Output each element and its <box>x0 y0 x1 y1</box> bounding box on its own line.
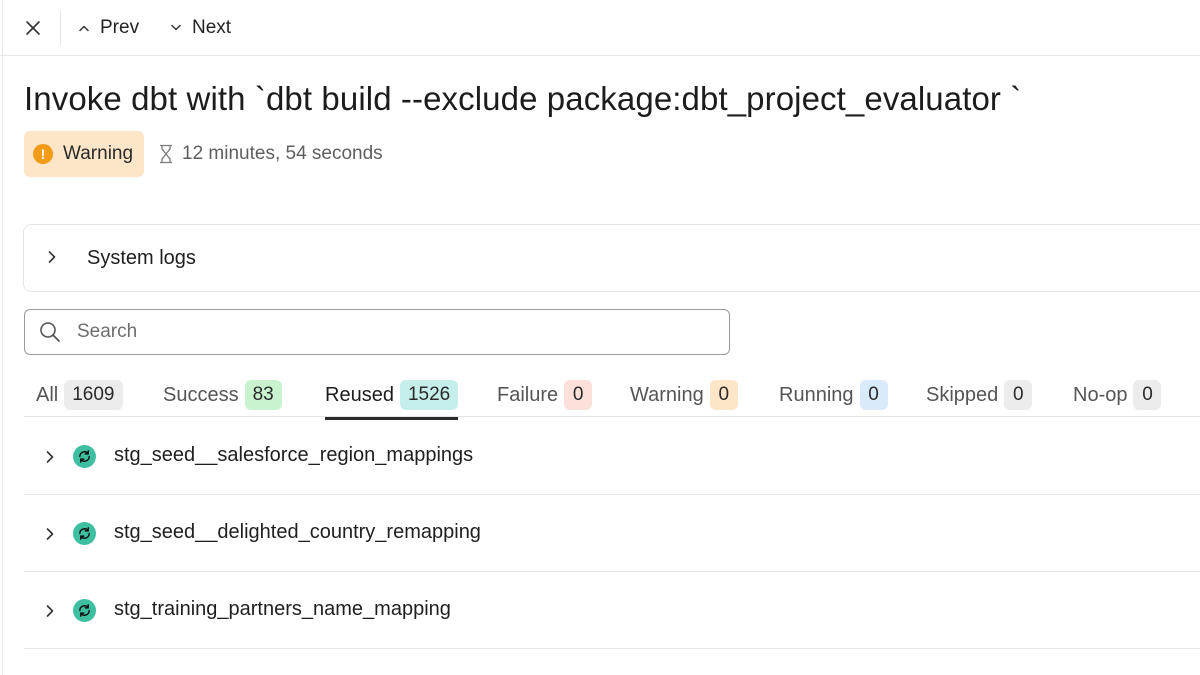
warning-icon: ! <box>33 144 53 164</box>
node-name: stg_seed__delighted_country_remapping <box>114 521 481 543</box>
tab-count-badge: 0 <box>859 380 888 410</box>
tab-count-badge: 0 <box>709 380 738 410</box>
tab-label: Running <box>779 384 854 406</box>
tab-skipped[interactable]: Skipped 0 <box>926 378 1033 418</box>
tab-count-badge: 0 <box>564 380 593 410</box>
chevron-right-icon[interactable] <box>44 449 56 465</box>
tab-reused[interactable]: Reused 1526 <box>325 378 459 420</box>
system-logs-section[interactable]: System logs <box>23 224 1200 292</box>
divider <box>60 10 61 46</box>
chevron-right-icon[interactable] <box>44 603 56 619</box>
tab-label: Warning <box>630 384 704 406</box>
search-input[interactable] <box>77 318 717 346</box>
list-item[interactable]: stg_seed__salesforce_region_mappings <box>24 418 1200 495</box>
search-icon <box>40 322 60 342</box>
tab-running[interactable]: Running 0 <box>779 378 888 418</box>
next-label: Next <box>192 17 232 38</box>
node-name: stg_seed__salesforce_region_mappings <box>114 444 474 466</box>
tab-count-badge: 0 <box>1004 380 1033 410</box>
node-list: stg_seed__salesforce_region_mappings stg… <box>24 418 1200 675</box>
tabs-divider <box>24 416 1200 417</box>
status-filter-tabs: All 1609 Success 83 Reused 1526 Failure 0 Warnin… <box>0 378 1200 420</box>
chevron-right-icon <box>48 251 56 263</box>
close-button[interactable] <box>20 15 46 41</box>
chevron-up-icon <box>79 25 89 32</box>
tab-label: Success <box>163 384 239 406</box>
left-border <box>2 0 3 675</box>
tab-count-badge: 0 <box>1133 380 1162 410</box>
tab-all[interactable]: All 1609 <box>36 378 123 418</box>
hourglass-icon <box>160 144 172 164</box>
tab-label: Reused <box>325 384 394 406</box>
tab-count-badge: 1609 <box>64 380 123 410</box>
tab-label: No-op <box>1073 384 1128 406</box>
tab-success[interactable]: Success 83 <box>163 378 282 418</box>
next-button[interactable]: Next <box>170 14 231 42</box>
node-name: stg_training_partners_name_mapping <box>114 598 451 620</box>
tab-label: Failure <box>497 384 559 406</box>
list-item[interactable]: stg_seed__delighted_country_remapping <box>24 495 1200 572</box>
reused-icon <box>73 522 96 545</box>
duration-label: 12 minutes, 54 seconds <box>182 143 383 164</box>
tab-failure[interactable]: Failure 0 <box>497 378 593 418</box>
list-item[interactable] <box>24 649 1200 675</box>
reused-icon <box>73 599 96 622</box>
top-navigation-bar: Prev Next <box>0 0 1200 56</box>
chevron-down-icon <box>171 24 181 31</box>
tab-count-badge: 83 <box>244 380 282 410</box>
run-duration: 12 minutes, 54 seconds <box>158 143 383 165</box>
search-field[interactable] <box>24 309 730 355</box>
tab-label: All <box>36 384 59 406</box>
tab-warning[interactable]: Warning 0 <box>630 378 738 418</box>
close-icon <box>26 21 40 35</box>
tab-count-badge: 1526 <box>399 380 459 410</box>
list-item[interactable]: stg_training_partners_name_mapping <box>24 572 1200 649</box>
tab-no-op[interactable]: No-op 0 <box>1073 378 1162 418</box>
chevron-right-icon[interactable] <box>44 526 56 542</box>
reused-icon <box>73 445 96 468</box>
status-badge: ! Warning <box>24 131 144 177</box>
tab-label: Skipped <box>926 384 999 406</box>
prev-button[interactable]: Prev <box>78 14 139 42</box>
prev-label: Prev <box>100 17 140 38</box>
system-logs-label: System logs <box>87 247 196 269</box>
page-title: Invoke dbt with `dbt build --exclude pac… <box>24 80 1022 117</box>
status-label: Warning <box>63 143 134 164</box>
